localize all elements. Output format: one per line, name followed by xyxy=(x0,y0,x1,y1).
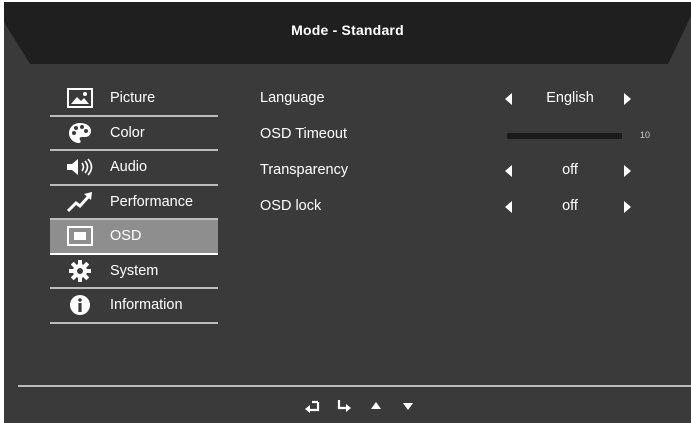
osd-timeout-value: 10 xyxy=(640,130,651,140)
osd-lock-value: off xyxy=(562,198,578,214)
sidebar-menu: Picture Color Audio Performance OSD Syst… xyxy=(50,82,218,324)
return-icon[interactable] xyxy=(296,396,328,416)
sidebar-item-label: Color xyxy=(110,124,145,141)
navigation-keys xyxy=(296,396,424,416)
sidebar-item-label: OSD xyxy=(110,228,142,245)
setting-label: Language xyxy=(260,90,325,106)
down-triangle-icon[interactable] xyxy=(392,396,424,416)
sidebar-item-label: Audio xyxy=(110,159,148,176)
transparency-value: off xyxy=(562,162,578,178)
speaker-icon xyxy=(50,151,110,184)
osd-settings-panel: Language English OSD Timeout 10 Transpar… xyxy=(260,86,660,230)
left-arrow-icon[interactable] xyxy=(505,93,512,105)
setting-row-transparency[interactable]: Transparency off xyxy=(260,158,660,194)
performance-icon xyxy=(50,186,110,219)
sidebar-item-picture[interactable]: Picture xyxy=(50,82,218,117)
osd-window: Mode - Standard Picture Color Audio Perf… xyxy=(4,2,691,423)
setting-label: Transparency xyxy=(260,162,349,178)
setting-row-language[interactable]: Language English xyxy=(260,86,660,122)
info-icon xyxy=(50,289,110,322)
right-arrow-icon[interactable] xyxy=(624,93,631,105)
header-band: Mode - Standard xyxy=(4,2,691,64)
right-arrow-icon[interactable] xyxy=(624,201,631,213)
setting-row-osd-lock[interactable]: OSD lock off xyxy=(260,194,660,230)
sidebar-item-color[interactable]: Color xyxy=(50,117,218,151)
right-arrow-icon[interactable] xyxy=(624,165,631,177)
language-value: English xyxy=(546,90,594,106)
sidebar-item-performance[interactable]: Performance xyxy=(50,186,218,220)
footer-divider xyxy=(18,385,691,387)
mode-title: Mode - Standard xyxy=(291,22,404,38)
palette-icon xyxy=(50,117,110,150)
up-triangle-icon[interactable] xyxy=(360,396,392,416)
sidebar-item-system[interactable]: System xyxy=(50,255,218,289)
setting-row-osd-timeout[interactable]: OSD Timeout 10 xyxy=(260,122,660,158)
setting-label: OSD lock xyxy=(260,198,322,214)
sidebar-item-information[interactable]: Information xyxy=(50,289,218,324)
setting-label: OSD Timeout xyxy=(260,126,348,142)
sidebar-item-audio[interactable]: Audio xyxy=(50,151,218,186)
sidebar-item-label: Performance xyxy=(110,193,194,210)
sidebar-item-label: Information xyxy=(110,297,183,314)
picture-icon xyxy=(50,82,110,115)
sidebar-item-label: System xyxy=(110,262,159,279)
gear-icon xyxy=(50,255,110,288)
sidebar-item-label: Picture xyxy=(110,90,156,107)
osd-timeout-slider[interactable] xyxy=(507,133,622,139)
enter-icon[interactable] xyxy=(328,396,360,416)
sidebar-item-osd[interactable]: OSD xyxy=(50,220,218,255)
left-arrow-icon[interactable] xyxy=(505,201,512,213)
left-arrow-icon[interactable] xyxy=(505,165,512,177)
osd-icon xyxy=(50,220,110,253)
